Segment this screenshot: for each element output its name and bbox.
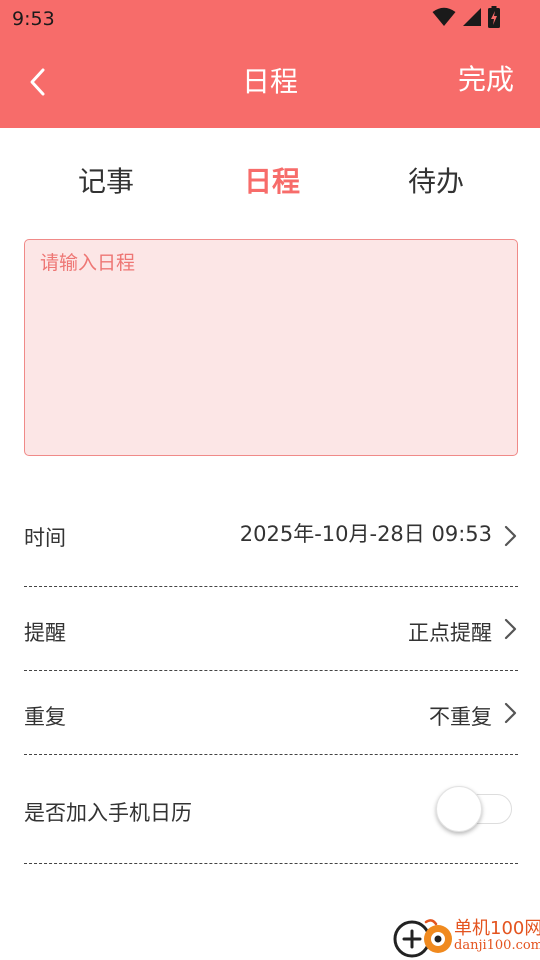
add-to-calendar-toggle[interactable]	[436, 786, 512, 832]
time-label: 时间	[24, 526, 66, 550]
repeat-row[interactable]: 重复 不重复	[24, 671, 518, 755]
chevron-right-icon	[504, 702, 517, 724]
tab-notes[interactable]: 记事	[78, 160, 134, 200]
done-button[interactable]: 完成	[458, 58, 514, 98]
tab-bar: 记事 日程 待办	[0, 150, 540, 210]
watermark-logo-icon	[393, 919, 452, 958]
schedule-input[interactable]	[25, 240, 517, 455]
chevron-right-icon	[504, 618, 517, 640]
watermark-url: danji100.com	[454, 938, 540, 953]
remind-row[interactable]: 提醒 正点提醒	[24, 587, 518, 671]
add-to-calendar-label: 是否加入手机日历	[24, 801, 192, 825]
signal-icon	[463, 8, 481, 26]
repeat-label: 重复	[24, 705, 66, 729]
tab-todo[interactable]: 待办	[408, 160, 464, 200]
remind-label: 提醒	[24, 621, 66, 645]
battery-charging-icon	[488, 6, 500, 28]
time-value: 2025年-10月-28日 09:53	[239, 522, 492, 546]
status-time: 9:53	[12, 8, 55, 30]
schedule-input-container	[24, 239, 518, 456]
status-icons	[432, 6, 500, 28]
remind-value: 正点提醒	[408, 621, 492, 645]
watermark-text: 单机100网	[454, 918, 540, 939]
tab-schedule[interactable]: 日程	[244, 160, 300, 200]
toggle-knob	[436, 786, 482, 832]
time-row[interactable]: 时间 2025年-10月-28日 09:53	[24, 500, 518, 587]
watermark: 单机100网 danji100.com	[390, 912, 540, 960]
wifi-icon	[432, 7, 456, 26]
app-bar: 9:53 日程 完成	[0, 0, 540, 128]
repeat-value: 不重复	[429, 705, 492, 729]
chevron-right-icon	[504, 525, 517, 547]
add-to-calendar-row: 是否加入手机日历	[24, 755, 518, 864]
